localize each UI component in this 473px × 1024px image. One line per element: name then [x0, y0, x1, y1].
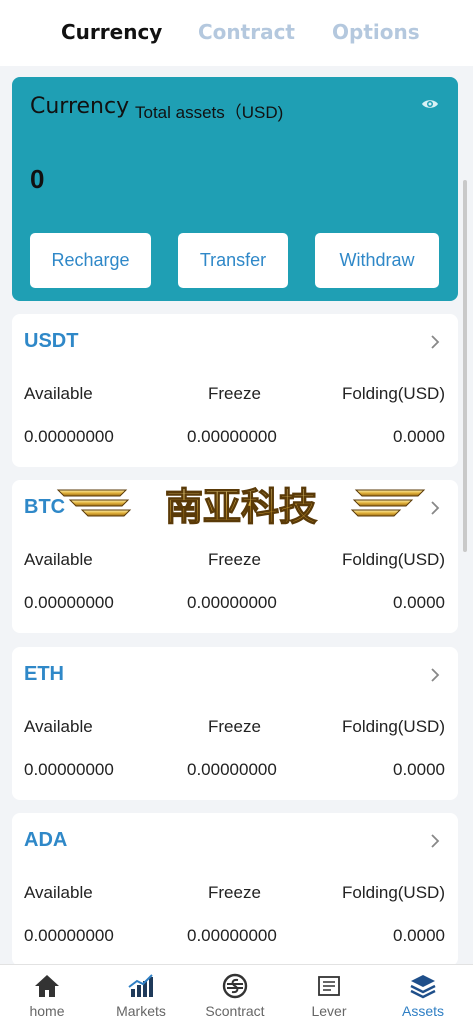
available-value: 0.00000000 [24, 760, 114, 779]
chevron-right-icon[interactable] [430, 833, 440, 849]
freeze-value: 0.00000000 [187, 760, 277, 779]
asset-card-eth[interactable]: ETH Available Freeze Folding(USD) 0.0000… [12, 647, 458, 800]
nav-scontract[interactable]: Scontract [188, 965, 282, 1024]
available-label: Available [24, 384, 93, 403]
nav-lever[interactable]: Lever [282, 965, 376, 1024]
coin-name: ADA [24, 829, 68, 851]
folding-label: Folding(USD) [342, 550, 445, 569]
watermark-logo: 南亚科技 [56, 484, 426, 530]
available-value: 0.00000000 [24, 427, 114, 446]
withdraw-button[interactable]: Withdraw [315, 233, 439, 288]
nav-label: Markets [116, 1003, 166, 1019]
total-assets-amount: 0 [30, 164, 45, 194]
top-tab-bar: Currency Contract Options [0, 0, 473, 66]
asset-card-ada[interactable]: ADA Available Freeze Folding(USD) 0.0000… [12, 813, 458, 966]
coin-name: USDT [24, 330, 79, 352]
svg-text:南亚科技: 南亚科技 [165, 485, 317, 529]
scrollbar[interactable] [463, 180, 467, 552]
eye-icon[interactable] [421, 97, 439, 111]
folding-value: 0.0000 [393, 593, 445, 612]
chevron-right-icon[interactable] [430, 334, 440, 350]
folding-label: Folding(USD) [342, 384, 445, 403]
available-value: 0.00000000 [24, 593, 114, 612]
nav-label: Lever [311, 1003, 347, 1019]
freeze-label: Freeze [208, 384, 261, 403]
lever-icon [318, 976, 340, 996]
freeze-value: 0.00000000 [187, 427, 277, 446]
available-label: Available [24, 550, 93, 569]
chevron-right-icon[interactable] [430, 667, 440, 683]
freeze-value: 0.00000000 [187, 593, 277, 612]
nav-label: home [29, 1003, 65, 1019]
tab-contract[interactable]: Contract [198, 20, 295, 44]
tab-options[interactable]: Options [332, 20, 420, 44]
nav-label: Scontract [205, 1003, 265, 1019]
folding-label: Folding(USD) [342, 717, 445, 736]
nav-home[interactable]: home [0, 965, 94, 1024]
nav-label: Assets [401, 1003, 444, 1019]
available-label: Available [24, 883, 93, 902]
summary-title: Currency [30, 94, 130, 119]
folding-value: 0.0000 [393, 926, 445, 945]
freeze-label: Freeze [208, 883, 261, 902]
folding-value: 0.0000 [393, 427, 445, 446]
bottom-nav: home Markets Scontract Lever Assets [0, 964, 473, 1024]
tab-currency[interactable]: Currency [61, 20, 162, 44]
home-icon [35, 975, 59, 997]
freeze-label: Freeze [208, 717, 261, 736]
scontract-icon [222, 973, 248, 999]
total-assets-card: Currency Total assets（USD) 0 Recharge Tr… [12, 77, 458, 301]
asset-card-usdt[interactable]: USDT Available Freeze Folding(USD) 0.000… [12, 314, 458, 467]
available-label: Available [24, 717, 93, 736]
total-assets-label: Total assets（USD) [135, 103, 284, 122]
chevron-right-icon[interactable] [430, 500, 440, 516]
folding-label: Folding(USD) [342, 883, 445, 902]
nav-assets[interactable]: Assets [376, 965, 470, 1024]
assets-layers-icon [410, 975, 436, 999]
coin-name: ETH [24, 663, 64, 685]
freeze-value: 0.00000000 [187, 926, 277, 945]
recharge-button[interactable]: Recharge [30, 233, 151, 288]
transfer-button[interactable]: Transfer [178, 233, 288, 288]
nav-markets[interactable]: Markets [94, 965, 188, 1024]
freeze-label: Freeze [208, 550, 261, 569]
folding-value: 0.0000 [393, 760, 445, 779]
available-value: 0.00000000 [24, 926, 114, 945]
markets-chart-icon [128, 974, 153, 997]
